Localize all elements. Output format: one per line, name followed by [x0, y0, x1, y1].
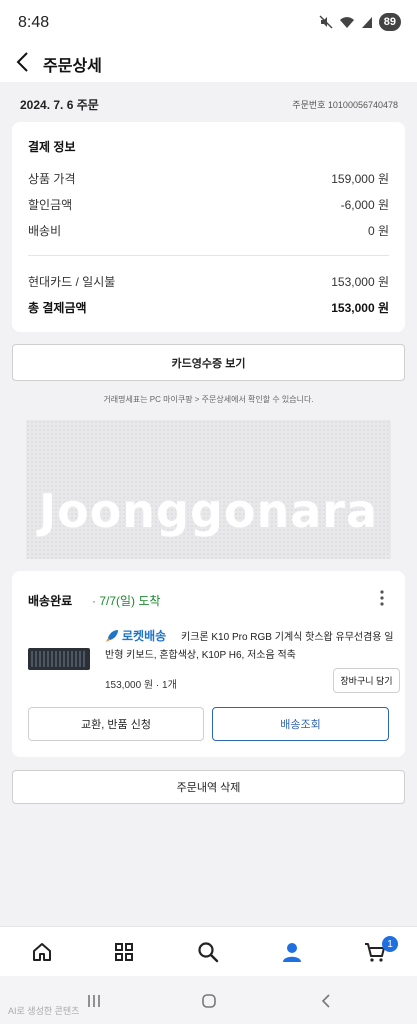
payment-row-value: 0 원	[367, 224, 389, 238]
total-payment-row: 총 결제금액 153,000 원	[28, 299, 389, 316]
order-date: 2024. 7. 6 주문	[20, 98, 99, 112]
home-button-icon[interactable]	[201, 993, 217, 1009]
card-payment-label: 현대카드 / 일시불	[28, 275, 116, 289]
status-bar: 8:48 89	[0, 0, 417, 46]
track-delivery-button[interactable]: 배송조회	[212, 707, 389, 741]
payment-info-card: 결제 정보 상품 가격 159,000 원 할인금액 -6,000 원 배송비 …	[12, 122, 405, 332]
signal-icon	[361, 16, 372, 28]
payment-row-label: 할인금액	[28, 198, 73, 212]
delete-order-button[interactable]: 주문내역 삭제	[12, 770, 405, 804]
grid-icon	[115, 943, 133, 961]
ai-generated-note: AI로 생성한 콘텐츠	[8, 1006, 80, 1016]
nav-search[interactable]	[195, 939, 221, 965]
battery-indicator: 89	[378, 13, 401, 31]
search-icon	[198, 942, 219, 963]
order-header: 2024. 7. 6 주문 주문번호 10100056740478	[0, 82, 417, 122]
card-payment-row: 현대카드 / 일시불 153,000 원	[28, 273, 389, 290]
payment-row: 할인금액 -6,000 원	[28, 196, 389, 213]
system-nav-bar: AI로 생성한 콘텐츠	[0, 976, 417, 1024]
product-price-quantity: 153,000 원 · 1개	[105, 680, 177, 691]
status-icons: 89	[319, 13, 401, 31]
total-payment-value: 153,000 원	[331, 301, 389, 315]
nav-home[interactable]	[29, 939, 55, 965]
more-options-icon[interactable]	[379, 589, 385, 607]
order-number: 주문번호 10100056740478	[292, 100, 398, 110]
payment-row: 배송비 0 원	[28, 222, 389, 239]
delivery-status: 배송완료	[28, 594, 73, 608]
recent-apps-icon[interactable]	[86, 993, 102, 1009]
payment-row-value: -6,000 원	[340, 198, 389, 212]
exchange-return-button[interactable]: 교환, 반품 신청	[28, 707, 204, 741]
page-title: 주문상세	[43, 58, 102, 75]
payment-row: 상품 가격 159,000 원	[28, 170, 389, 187]
product-thumbnail[interactable]	[28, 648, 90, 670]
product-name[interactable]: 키크론 K10 Pro RGB 기계식 핫스왑 유무선겸용 일반형 키보드, 혼…	[105, 629, 401, 665]
payment-divider	[28, 255, 389, 256]
payment-heading: 결제 정보	[28, 140, 76, 154]
card-payment-value: 153,000 원	[331, 275, 389, 289]
bottom-nav: 1	[0, 926, 417, 976]
wifi-icon	[339, 16, 354, 28]
card-receipt-button[interactable]: 카드영수증 보기	[12, 344, 405, 381]
total-payment-label: 총 결제금액	[28, 301, 87, 315]
system-back-icon[interactable]	[318, 993, 334, 1009]
blurred-banner: Joonggonara	[26, 420, 391, 559]
back-arrow-icon[interactable]	[14, 50, 34, 74]
cart-count-badge: 1	[382, 936, 398, 952]
nav-categories[interactable]	[111, 939, 137, 965]
app-bar: 주문상세	[0, 46, 417, 82]
user-icon	[283, 943, 301, 962]
payment-row-label: 상품 가격	[28, 172, 76, 186]
add-to-cart-button[interactable]: 장바구니 담기	[333, 668, 400, 693]
mute-icon	[319, 15, 333, 29]
payment-row-label: 배송비	[28, 224, 62, 238]
home-icon	[33, 943, 51, 961]
watermark: Joonggonara	[38, 484, 379, 538]
receipt-notice: 거래명세표는 PC 마이쿠팡 > 주문상세에서 확인할 수 있습니다.	[103, 395, 314, 404]
nav-my-coupang[interactable]	[279, 939, 305, 965]
arrival-date: · 7/7(일) 도착	[92, 594, 161, 608]
status-time: 8:48	[18, 14, 50, 31]
payment-row-value: 159,000 원	[331, 172, 389, 186]
